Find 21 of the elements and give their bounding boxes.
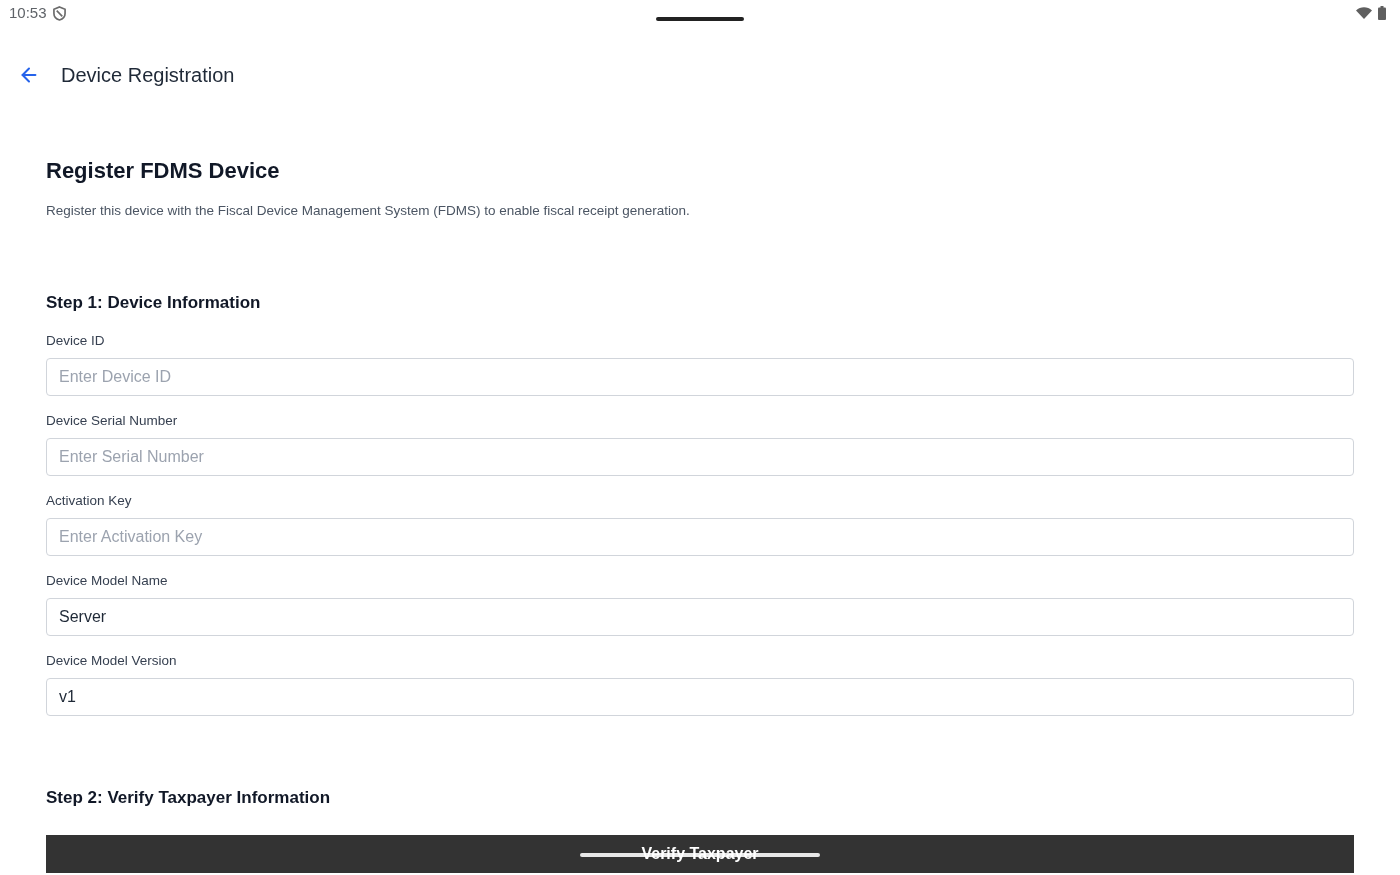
section-title: Register FDMS Device — [46, 157, 280, 185]
field-label: Device ID — [46, 332, 105, 350]
field-label: Device Model Name — [46, 572, 168, 590]
pill-handle-icon — [656, 17, 744, 21]
battery-icon — [1378, 6, 1386, 20]
input-field[interactable]: Enter Device ID — [46, 358, 1354, 396]
field-label: Device Serial Number — [46, 412, 178, 430]
description-text: Register this device with the Fiscal Device Management System (FDMS) to enable fiscal receipt generation. — [46, 202, 690, 220]
input-field[interactable]: v1 — [46, 678, 1354, 716]
step-heading: Step 2: Verify Taxpayer Information — [46, 787, 331, 809]
step-heading: Step 1: Device Information — [46, 292, 261, 314]
input-field[interactable]: Server — [46, 598, 1354, 636]
field-label: Device Model Version — [46, 652, 177, 670]
verify-button[interactable]: Verify Taxpayer — [46, 835, 1354, 873]
page-title: Device Registration — [61, 63, 235, 88]
status-time: 10:53 — [9, 2, 47, 23]
field-label: Activation Key — [46, 492, 132, 510]
input-field[interactable]: Enter Activation Key — [46, 518, 1354, 556]
shield-icon — [52, 5, 66, 21]
wifi-icon — [1356, 7, 1372, 19]
input-field[interactable]: Enter Serial Number — [46, 438, 1354, 476]
